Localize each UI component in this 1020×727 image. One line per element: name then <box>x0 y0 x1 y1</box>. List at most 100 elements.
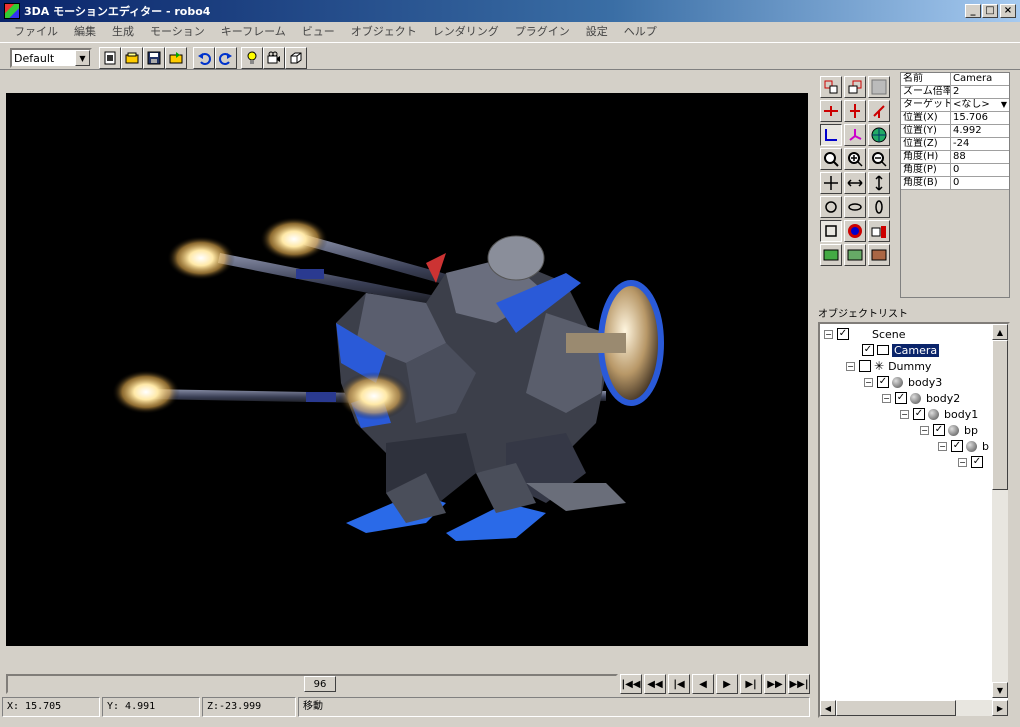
export-button[interactable] <box>165 47 187 69</box>
tool-front-view[interactable] <box>820 76 842 98</box>
prop-value-pos-z[interactable]: -24 <box>951 138 1009 150</box>
go-start-button[interactable]: |◀◀ <box>620 674 642 694</box>
prop-value-target[interactable]: <なし> ▼ <box>951 99 1009 111</box>
prop-value-pos-y[interactable]: 4.992 <box>951 125 1009 137</box>
menu-plugin[interactable]: プラグイン <box>507 23 578 39</box>
tool-axis-z[interactable] <box>868 100 890 122</box>
tool-local[interactable] <box>820 124 842 146</box>
timeline-slider[interactable]: 96 <box>6 674 618 694</box>
tree-node-body3[interactable]: − ✓ body3 <box>864 374 942 390</box>
chevron-down-icon[interactable]: ▼ <box>75 50 90 66</box>
tool-film-3[interactable] <box>868 244 890 266</box>
tool-film-1[interactable] <box>820 244 842 266</box>
menu-view[interactable]: ビュー <box>294 23 343 39</box>
tool-move-v[interactable] <box>868 172 890 194</box>
checkbox-checked[interactable]: ✓ <box>951 440 963 452</box>
checkbox-checked[interactable]: ✓ <box>877 376 889 388</box>
tool-film-2[interactable] <box>844 244 866 266</box>
tree-node-dummy[interactable]: − ✳ Dummy <box>846 358 931 374</box>
camera-button[interactable] <box>263 47 285 69</box>
collapse-icon[interactable]: − <box>900 409 909 419</box>
prop-value-name[interactable]: Camera <box>951 73 1009 85</box>
checkbox-checked[interactable]: ✓ <box>933 424 945 436</box>
chevron-down-icon[interactable]: ▼ <box>1001 99 1007 111</box>
redo-button[interactable] <box>215 47 237 69</box>
menu-motion[interactable]: モーション <box>142 23 213 39</box>
collapse-icon[interactable]: − <box>824 329 833 339</box>
3d-viewport[interactable] <box>6 93 808 646</box>
tool-zoom-out[interactable] <box>868 148 890 170</box>
new-button[interactable] <box>99 47 121 69</box>
tool-axis-y[interactable] <box>844 100 866 122</box>
menu-settings[interactable]: 設定 <box>578 23 616 39</box>
tool-rotate-v[interactable] <box>868 196 890 218</box>
rewind-button[interactable]: ◀◀ <box>644 674 666 694</box>
checkbox-checked[interactable]: ✓ <box>971 456 983 468</box>
checkbox-checked[interactable]: ✓ <box>837 328 849 340</box>
step-back-button[interactable]: ◀ <box>692 674 714 694</box>
tree-node-scene[interactable]: − ✓ Scene <box>824 326 906 342</box>
tool-rotate-h[interactable] <box>844 196 866 218</box>
undo-button[interactable] <box>193 47 215 69</box>
tree-node-body2[interactable]: − ✓ body2 <box>882 390 960 406</box>
menu-create[interactable]: 生成 <box>104 23 142 39</box>
checkbox-unchecked[interactable] <box>859 360 871 372</box>
checkbox-checked[interactable]: ✓ <box>913 408 925 420</box>
menu-help[interactable]: ヘルプ <box>616 23 665 39</box>
tree-node-bp[interactable]: − ✓ bp <box>920 422 978 438</box>
box-button[interactable] <box>285 47 307 69</box>
checkbox-checked[interactable]: ✓ <box>895 392 907 404</box>
prop-value-pos-x[interactable]: 15.706 <box>951 112 1009 124</box>
scroll-right-icon[interactable]: ▶ <box>992 700 1008 716</box>
tree-node-camera[interactable]: ✓ Camera <box>862 342 940 358</box>
scroll-left-icon[interactable]: ◀ <box>820 700 836 716</box>
checkbox-checked[interactable]: ✓ <box>862 344 874 356</box>
tool-rotate[interactable] <box>820 196 842 218</box>
horizontal-scrollbar[interactable]: ◀ ▶ <box>820 700 1008 716</box>
tool-grid[interactable] <box>868 76 890 98</box>
collapse-icon[interactable]: − <box>864 377 873 387</box>
collapse-icon[interactable]: − <box>958 457 967 467</box>
scroll-up-icon[interactable]: ▲ <box>992 324 1008 340</box>
prop-value-angle-h[interactable]: 88 <box>951 151 1009 163</box>
tool-zoom-in[interactable] <box>844 148 866 170</box>
tree-node-body1[interactable]: − ✓ body1 <box>900 406 978 422</box>
save-button[interactable] <box>143 47 165 69</box>
menu-edit[interactable]: 編集 <box>66 23 104 39</box>
frame-indicator[interactable]: 96 <box>304 676 336 692</box>
menu-render[interactable]: レンダリング <box>425 23 507 39</box>
minimize-button[interactable]: _ <box>965 4 981 18</box>
maximize-button[interactable]: □ <box>982 4 998 18</box>
tool-world[interactable] <box>844 124 866 146</box>
prop-value-angle-b[interactable]: 0 <box>951 177 1009 189</box>
menu-keyframe[interactable]: キーフレーム <box>213 23 294 39</box>
tool-move[interactable] <box>820 172 842 194</box>
open-button[interactable] <box>121 47 143 69</box>
vertical-scrollbar[interactable]: ▲ ▼ <box>992 324 1008 698</box>
tool-zoom-fit[interactable] <box>820 148 842 170</box>
menu-object[interactable]: オブジェクト <box>343 23 425 39</box>
go-end-button[interactable]: ▶▶| <box>788 674 810 694</box>
collapse-icon[interactable]: − <box>938 441 947 451</box>
light-button[interactable] <box>241 47 263 69</box>
tool-frame[interactable] <box>820 220 842 242</box>
close-button[interactable]: × <box>1000 4 1016 18</box>
tool-side-view[interactable] <box>844 76 866 98</box>
play-button[interactable]: ▶ <box>716 674 738 694</box>
tool-render-sphere[interactable] <box>844 220 866 242</box>
prop-value-angle-p[interactable]: 0 <box>951 164 1009 176</box>
collapse-icon[interactable]: − <box>920 425 929 435</box>
prop-value-zoom[interactable]: 2 <box>951 86 1009 98</box>
collapse-icon[interactable]: − <box>846 361 855 371</box>
menu-file[interactable]: ファイル <box>6 23 66 39</box>
prev-key-button[interactable]: |◀ <box>668 674 690 694</box>
tree-node-child[interactable]: − ✓ <box>958 454 986 470</box>
collapse-icon[interactable]: − <box>882 393 891 403</box>
tool-globe[interactable] <box>868 124 890 146</box>
tool-render-camera[interactable] <box>868 220 890 242</box>
tool-axis-x[interactable] <box>820 100 842 122</box>
tool-move-h[interactable] <box>844 172 866 194</box>
scroll-thumb[interactable] <box>992 340 1008 490</box>
fast-forward-button[interactable]: ▶▶ <box>764 674 786 694</box>
preset-select[interactable]: Default ▼ <box>10 48 92 68</box>
